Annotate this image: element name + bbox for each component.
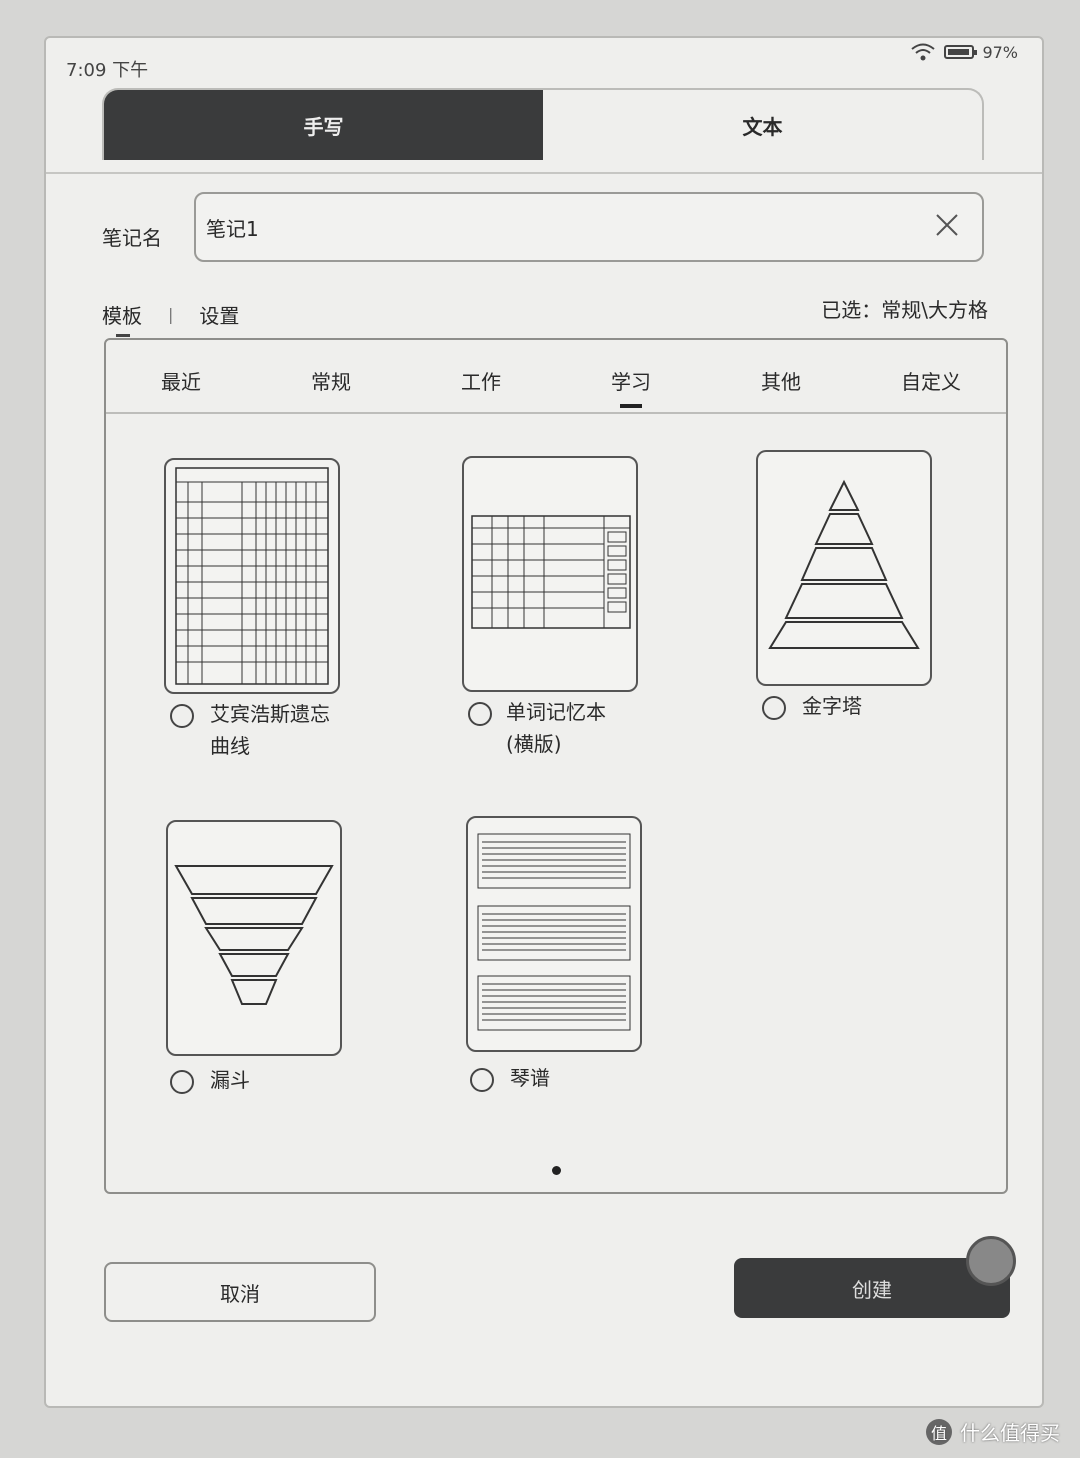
template-word-memory-label: 单词记忆本 (横版) [506,700,606,756]
tab-settings[interactable]: 设置 [199,300,239,329]
template-sheet-music-label: 琴谱 [510,1066,550,1090]
template-funnel-thumbnail[interactable] [166,820,342,1056]
template-pyramid-radio[interactable] [762,696,786,720]
category-tab-general[interactable]: 常规 [256,340,406,412]
template-ebbinghaus-label: 艾宾浩斯遗忘 曲线 [210,702,330,758]
tab-handwriting[interactable]: 手写 [104,90,543,160]
template-sheet-music-radio[interactable] [470,1068,494,1092]
note-name-value: 笔记1 [206,216,259,241]
clear-icon[interactable] [932,210,962,240]
wifi-icon [911,43,936,61]
watermark: 值 什么值得买 [926,1417,1060,1446]
battery-percent: 97% [982,42,1018,62]
note-name-label: 笔记名 [102,226,162,250]
tab-text[interactable]: 文本 [543,90,982,160]
category-tabs: 最近 常规 工作 学习 其他 自定义 [106,340,1006,414]
funnel-icon [174,865,334,1005]
sheet-music-icon [477,833,631,1031]
template-funnel-label: 漏斗 [210,1068,250,1092]
cancel-button[interactable]: 取消 [104,1262,376,1322]
category-tab-work[interactable]: 工作 [406,340,556,412]
selected-template-text: 已选：常规\大方格 [821,298,988,322]
template-word-memory-thumbnail[interactable] [462,456,638,692]
template-funnel-radio[interactable] [170,1070,194,1094]
template-ebbinghaus-radio[interactable] [170,704,194,728]
sub-tabs: 模板 | 设置 [102,300,239,329]
category-tab-other[interactable]: 其他 [706,340,856,412]
tab-template[interactable]: 模板 [102,300,142,329]
page-indicator-dot [552,1166,561,1175]
pyramid-icon [768,479,920,649]
template-ebbinghaus-thumbnail[interactable] [164,458,340,694]
category-tab-study[interactable]: 学习 [556,340,706,412]
floating-assistive-button[interactable] [966,1236,1016,1286]
template-pyramid-label: 金字塔 [802,694,862,718]
note-name-input[interactable]: 笔记1 [194,192,984,262]
watermark-logo-icon: 值 [926,1418,952,1445]
mode-tabs: 手写 文本 [102,88,984,160]
template-pyramid-thumbnail[interactable] [756,450,932,686]
battery-icon [944,45,978,59]
word-memory-table-icon [471,515,631,629]
category-tab-custom[interactable]: 自定义 [856,340,1006,412]
template-sheet-music-thumbnail[interactable] [466,816,642,1052]
tab-separator: | [168,305,174,324]
template-panel: 最近 常规 工作 学习 其他 自定义 艾宾浩斯遗忘 曲线 单词记忆本 (横版) … [104,338,1008,1194]
status-time: 7:09 下午 [66,60,149,81]
template-word-memory-radio[interactable] [468,702,492,726]
ebbinghaus-table-icon [175,467,329,685]
active-tab-indicator [116,334,130,337]
divider [46,172,1042,174]
watermark-text: 什么值得买 [960,1421,1060,1445]
category-tab-recent[interactable]: 最近 [106,340,256,412]
status-bar-right: 97% [910,42,1018,62]
